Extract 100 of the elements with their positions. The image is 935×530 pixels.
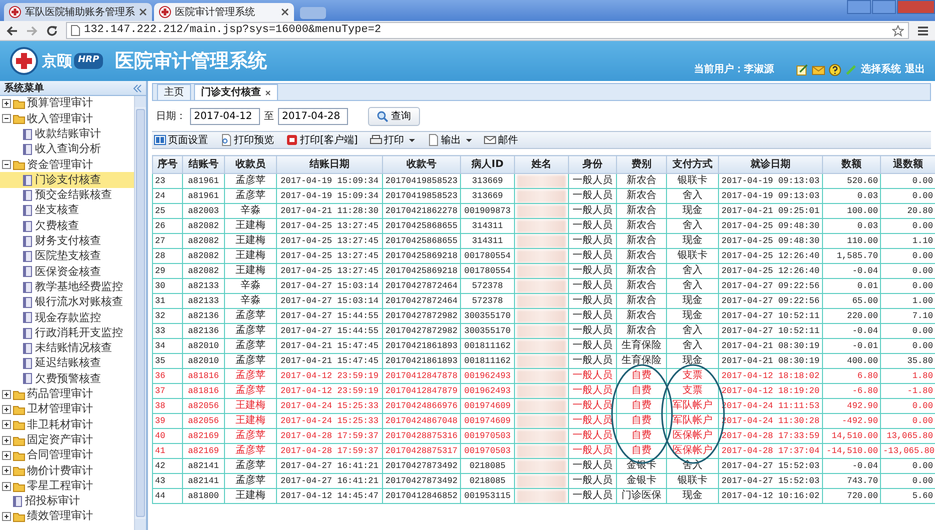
back-icon[interactable]: [6, 24, 18, 36]
expand-icon[interactable]: [2, 405, 11, 414]
table-cell: 1,585.70: [822, 248, 880, 264]
column-header[interactable]: 身份: [568, 156, 616, 174]
expand-icon[interactable]: [2, 436, 11, 445]
tree-item[interactable]: 收款结账审计: [0, 126, 134, 142]
expand-icon[interactable]: [2, 99, 11, 108]
toolbar-button[interactable]: 输出: [426, 132, 472, 148]
table-cell: a82141: [182, 458, 224, 474]
tree-item[interactable]: 坐支核查: [0, 203, 134, 218]
tree-item[interactable]: 门诊支付核查: [0, 172, 134, 188]
expand-icon[interactable]: [2, 450, 11, 460]
search-button[interactable]: 查询: [368, 106, 420, 126]
column-header[interactable]: 收款员: [224, 156, 276, 174]
column-header[interactable]: 就诊日期: [718, 156, 822, 174]
tree-group[interactable]: 非卫耗材审计: [0, 417, 134, 433]
tab[interactable]: 主页: [157, 84, 191, 100]
address-field[interactable]: 132.147.222.212/main.jsp?sys=16000&menuType=2: [66, 22, 909, 39]
table-cell: 0.01: [822, 278, 880, 294]
note-icon[interactable]: [796, 64, 808, 76]
tree-group[interactable]: 固定资产审计: [0, 432, 134, 448]
table-cell: 39: [152, 414, 182, 428]
tree-group[interactable]: 物价计费审计: [0, 463, 134, 478]
tree-item[interactable]: 医保资金核查: [0, 264, 134, 280]
collapse-icon[interactable]: [2, 160, 11, 170]
expand-icon[interactable]: [2, 512, 11, 522]
table-cell: 2017-04-28 17:59:37: [276, 428, 382, 444]
tree-item[interactable]: 现金存款监控: [0, 310, 134, 326]
column-header[interactable]: 支付方式: [666, 156, 718, 174]
toolbar-button[interactable]: 页面设置: [154, 132, 208, 148]
column-header[interactable]: 数额: [822, 156, 880, 174]
browser-tab[interactable]: 军队医院辅助账务管理系: [4, 3, 152, 21]
toolbar-button[interactable]: 打印[客户端]: [286, 132, 358, 148]
tree-item[interactable]: 欠费预警核查: [0, 371, 134, 387]
tree-item[interactable]: 行政消耗开支监控: [0, 325, 134, 341]
tree-group[interactable]: 资金管理审计: [0, 157, 134, 172]
table-cell: 舍入: [666, 218, 718, 234]
toolbar-button[interactable]: 打印预览: [220, 132, 274, 148]
table-cell: 2017-04-19 09:13:03: [718, 174, 822, 188]
tree-group[interactable]: 合同管理审计: [0, 448, 134, 464]
table-cell: 孟彦苹: [224, 188, 276, 204]
column-header[interactable]: 序号: [152, 156, 182, 174]
tree-item[interactable]: 医院垫支核查: [0, 248, 134, 264]
column-header[interactable]: 费别: [616, 156, 666, 174]
tree-item[interactable]: 教学基地经费监控: [0, 280, 134, 295]
column-header[interactable]: 姓名: [514, 156, 568, 174]
column-header[interactable]: 病人ID: [460, 156, 514, 174]
table-cell: 300355170: [460, 308, 514, 324]
toolbar-button[interactable]: 邮件: [484, 132, 518, 148]
column-header[interactable]: 结账号: [182, 156, 224, 174]
expand-icon[interactable]: [2, 482, 11, 491]
tree-group[interactable]: 预算管理审计: [0, 96, 134, 112]
expand-icon[interactable]: [2, 420, 11, 430]
scrollbar[interactable]: [134, 96, 146, 530]
expand-icon[interactable]: [2, 466, 11, 476]
tree-item[interactable]: 银行流水对账核查: [0, 294, 134, 310]
browser-tab[interactable]: 医院审计管理系统: [154, 3, 294, 21]
blurred-name: [517, 370, 566, 382]
blurred-name: [517, 400, 566, 412]
tree-group[interactable]: 绩效管理审计: [0, 509, 134, 524]
table-cell: 一般人员: [568, 324, 616, 338]
tree-item[interactable]: 欠费核查: [0, 218, 134, 234]
tree-item[interactable]: 收入查询分析: [0, 142, 134, 158]
tree-group[interactable]: 卫材管理审计: [0, 402, 134, 418]
tree-group[interactable]: 零星工程审计: [0, 478, 134, 494]
folder-icon: [13, 465, 25, 476]
tree-item[interactable]: 延迟结账核查: [0, 356, 134, 372]
reload-icon[interactable]: [46, 24, 58, 36]
column-header[interactable]: 结账日期: [276, 156, 382, 174]
tree-item[interactable]: 预交金结账核查: [0, 188, 134, 204]
table-cell: 20170412847878: [382, 368, 460, 384]
tree-item[interactable]: 招投标审计: [0, 494, 134, 510]
toolbar-button[interactable]: 打印: [370, 132, 415, 148]
tree-item[interactable]: 财务支付核查: [0, 234, 134, 249]
tree-item[interactable]: 未结账情况核查: [0, 340, 134, 356]
table-cell: a81816: [182, 384, 224, 398]
help-icon[interactable]: [829, 64, 841, 76]
tab[interactable]: 门诊支付核查: [194, 84, 278, 100]
column-header[interactable]: 收款号: [382, 156, 460, 174]
menu-icon[interactable]: [917, 24, 929, 36]
close-icon[interactable]: [265, 90, 271, 96]
layout-icon: [154, 134, 166, 146]
table-cell: 2017-04-12 23:59:19: [276, 384, 382, 398]
close-icon[interactable]: [139, 8, 147, 16]
table-cell: 14,510.00: [822, 428, 880, 444]
column-header[interactable]: 退数额: [880, 156, 935, 174]
collapse-icon[interactable]: [2, 114, 11, 124]
printer-icon: [370, 134, 382, 146]
table-cell: 2017-04-27 15:52:03: [718, 474, 822, 488]
date-field[interactable]: 2017-04-28: [278, 108, 348, 124]
table-cell: 银联卡: [666, 248, 718, 264]
tree-group[interactable]: 收入管理审计: [0, 111, 134, 127]
tree-group[interactable]: 药品管理审计: [0, 386, 134, 402]
close-icon[interactable]: [281, 8, 289, 16]
blurred-name: [517, 204, 566, 218]
expand-icon[interactable]: [2, 390, 11, 399]
star-icon[interactable]: [892, 24, 904, 36]
date-field[interactable]: 2017-04-12: [190, 108, 260, 124]
document-icon: [22, 174, 33, 186]
blurred-name: [517, 250, 566, 262]
